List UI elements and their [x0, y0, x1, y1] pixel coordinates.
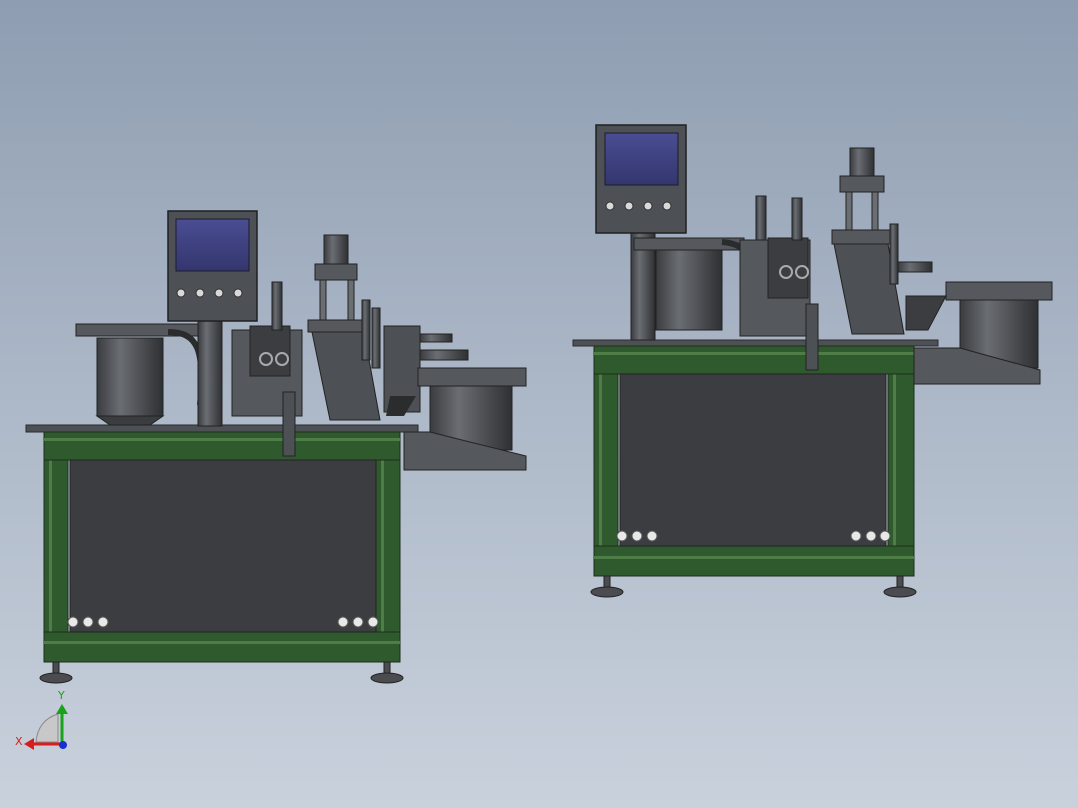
panel-button[interactable]: [662, 201, 672, 211]
panel-button[interactable]: [195, 288, 205, 298]
panel-button[interactable]: [605, 201, 615, 211]
press-cylinder: [307, 234, 381, 421]
leveling-feet: [590, 575, 917, 598]
bowl-feeder-right: [905, 281, 1053, 385]
y-axis-label: Y: [57, 689, 65, 702]
panel-button[interactable]: [233, 288, 243, 298]
vent-holes-left: [67, 616, 109, 628]
display-screen[interactable]: [604, 132, 679, 186]
panel-button[interactable]: [643, 201, 653, 211]
x-axis-label: X: [15, 735, 23, 748]
machine-front-view[interactable]: [25, 210, 527, 684]
reference-triad: Y X: [15, 689, 68, 750]
panel-button[interactable]: [214, 288, 224, 298]
vent-holes-right: [850, 530, 891, 542]
vent-holes-right: [337, 616, 379, 628]
touch-screen-panel[interactable]: [595, 124, 687, 234]
z-axis-dot: [59, 741, 67, 749]
cad-model-scene[interactable]: Y X: [0, 0, 1078, 808]
vent-holes-left: [616, 530, 658, 542]
panel-button[interactable]: [176, 288, 186, 298]
panel-button[interactable]: [624, 201, 634, 211]
display-screen[interactable]: [175, 218, 250, 272]
bowl-feeder-left: [75, 323, 203, 426]
touch-screen-panel[interactable]: [167, 210, 258, 322]
cad-viewport[interactable]: Y X: [0, 0, 1078, 808]
bowl-feeder-right: [403, 367, 527, 471]
leveling-feet: [39, 661, 404, 684]
machine-angled-view[interactable]: [572, 124, 1053, 598]
